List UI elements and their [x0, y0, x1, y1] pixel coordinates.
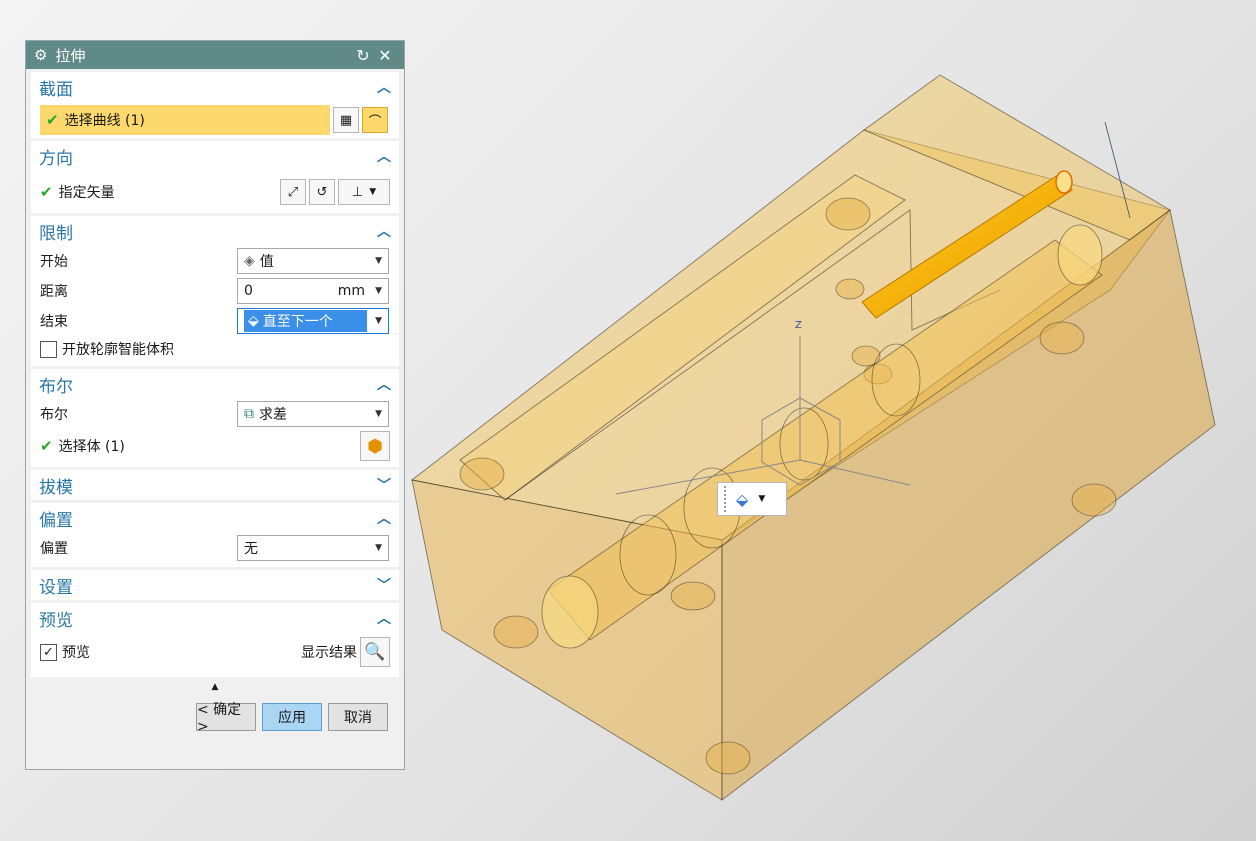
close-icon[interactable]: ✕ — [374, 46, 396, 65]
reverse-direction-button[interactable]: ⤢ — [280, 179, 306, 205]
distance-value: 0 — [244, 283, 253, 299]
sketch-section-button[interactable]: ▦ — [333, 107, 359, 133]
chevron-up-icon[interactable]: ︿ — [377, 508, 391, 528]
chevron-down-icon[interactable]: ▼ — [375, 286, 382, 296]
draft-title: 拔模 — [39, 477, 73, 498]
start-label: 开始 — [40, 254, 68, 270]
chevron-down-icon[interactable]: ﹀ — [377, 575, 391, 595]
dialog-footer: < 确定 > 应用 取消 — [26, 693, 404, 735]
until-next-icon: ⬙ — [736, 489, 749, 509]
select-body-label: 选择体 (1) — [58, 439, 125, 455]
chevron-down-icon: ▼ — [375, 316, 382, 326]
end-value: 直至下一个 — [262, 314, 333, 330]
offset-select[interactable]: 无 ▼ — [237, 535, 389, 561]
check-icon: ✔ — [40, 183, 53, 201]
preview-panel: 预览 ︿ ✓ 预览 显示结果 🔍 — [31, 603, 399, 677]
boolean-header[interactable]: 布尔 ︿ — [31, 369, 399, 399]
select-curve-row[interactable]: ✔ 选择曲线 (1) — [40, 105, 330, 135]
boolean-value: 求差 — [259, 407, 287, 423]
distance-label: 距离 — [40, 284, 68, 300]
show-result-button[interactable]: 🔍 — [360, 637, 390, 667]
open-profile-checkbox[interactable] — [40, 340, 57, 358]
gear-icon: ⚙ — [34, 46, 48, 64]
chevron-up-icon[interactable]: ︿ — [377, 221, 391, 241]
limits-header[interactable]: 限制 ︿ — [31, 216, 399, 246]
settings-header[interactable]: 设置 ﹀ — [31, 570, 399, 600]
chevron-down-icon: ▼ — [375, 543, 382, 553]
select-curve-label: 选择曲线 (1) — [64, 113, 145, 129]
limits-panel: 限制 ︿ 开始 ◈ 值 ▼ 距离 0 mm ▼ 结束 ⬙ 直至下一个 ▼ 开放轮… — [31, 216, 399, 366]
end-label: 结束 — [40, 314, 68, 330]
offset-value: 无 — [244, 541, 258, 557]
apply-button[interactable]: 应用 — [262, 703, 322, 731]
until-next-icon: ⬙ — [248, 313, 259, 329]
ok-button[interactable]: < 确定 > — [196, 702, 256, 735]
settings-title: 设置 — [39, 577, 73, 598]
chevron-down-icon[interactable]: ﹀ — [377, 475, 391, 495]
preview-title: 预览 — [39, 610, 73, 631]
preview-header[interactable]: 预览 ︿ — [31, 603, 399, 633]
show-result-label: 显示结果 — [301, 645, 357, 661]
offset-header[interactable]: 偏置 ︿ — [31, 503, 399, 533]
draft-panel: 拔模 ﹀ — [31, 470, 399, 500]
preview-label: 预览 — [62, 645, 90, 661]
distance-input[interactable]: 0 mm ▼ — [237, 278, 389, 304]
z-axis-label: Z — [795, 320, 802, 331]
offset-title: 偏置 — [39, 510, 73, 531]
section-title: 截面 — [39, 79, 73, 100]
curve-button[interactable]: ⌒ — [362, 107, 388, 133]
collapse-arrow-icon[interactable]: ▲ — [26, 681, 404, 693]
preview-checkbox[interactable]: ✓ — [40, 643, 57, 661]
section-panel: 截面 ︿ ✔ 选择曲线 (1) ▦ ⌒ — [31, 72, 399, 138]
vector-constructor-button[interactable]: ↺ — [309, 179, 335, 205]
chevron-down-icon[interactable]: ▼ — [758, 494, 765, 504]
chevron-up-icon[interactable]: ︿ — [377, 146, 391, 166]
boolean-select[interactable]: ⧉ 求差 ▼ — [237, 401, 389, 427]
settings-panel: 设置 ﹀ — [31, 570, 399, 600]
subtract-icon: ⧉ — [244, 406, 254, 422]
boolean-label: 布尔 — [40, 407, 68, 423]
chevron-down-icon: ▼ — [375, 409, 382, 419]
open-profile-label: 开放轮廓智能体积 — [62, 342, 174, 358]
draft-header[interactable]: 拔模 ﹀ — [31, 470, 399, 500]
dialog-title: 拉伸 — [55, 46, 86, 65]
direction-header[interactable]: 方向 ︿ — [31, 141, 399, 171]
chevron-down-icon: ▼ — [375, 256, 382, 266]
end-select[interactable]: ⬙ 直至下一个 ▼ — [237, 308, 389, 334]
value-icon: ◈ — [244, 253, 255, 269]
drag-handle[interactable] — [724, 486, 728, 512]
cancel-button[interactable]: 取消 — [328, 703, 388, 731]
specify-vector-label: 指定矢量 — [58, 185, 115, 201]
offset-label: 偏置 — [40, 541, 68, 557]
dialog-titlebar: ⚙ 拉伸 ↻ ✕ — [26, 41, 404, 69]
limits-title: 限制 — [39, 223, 73, 244]
boolean-title: 布尔 — [39, 376, 73, 397]
chevron-up-icon[interactable]: ︿ — [377, 374, 391, 394]
start-value: 值 — [259, 254, 274, 270]
vector-dropdown[interactable]: ⊥ ▼ — [338, 179, 390, 205]
floating-limit-toolbar[interactable]: ⬙ ▼ — [717, 482, 787, 516]
select-body-button[interactable]: ⬢ — [360, 431, 390, 461]
start-select[interactable]: ◈ 值 ▼ — [237, 248, 389, 274]
chevron-up-icon[interactable]: ︿ — [377, 77, 391, 97]
direction-title: 方向 — [39, 148, 73, 169]
reset-icon[interactable]: ↻ — [352, 46, 374, 65]
extrude-dialog: ⚙ 拉伸 ↻ ✕ 截面 ︿ ✔ 选择曲线 (1) ▦ ⌒ 方向 ︿ ✔ 指定矢量 — [25, 40, 405, 770]
section-header[interactable]: 截面 ︿ — [31, 72, 399, 102]
offset-panel: 偏置 ︿ 偏置 无 ▼ — [31, 503, 399, 567]
boolean-panel: 布尔 ︿ 布尔 ⧉ 求差 ▼ ✔ 选择体 (1) ⬢ — [31, 369, 399, 467]
chevron-up-icon[interactable]: ︿ — [377, 608, 391, 628]
check-icon: ✔ — [46, 111, 59, 129]
check-icon: ✔ — [40, 437, 53, 455]
distance-unit: mm — [337, 283, 366, 299]
direction-panel: 方向 ︿ ✔ 指定矢量 ⤢ ↺ ⊥ ▼ — [31, 141, 399, 213]
